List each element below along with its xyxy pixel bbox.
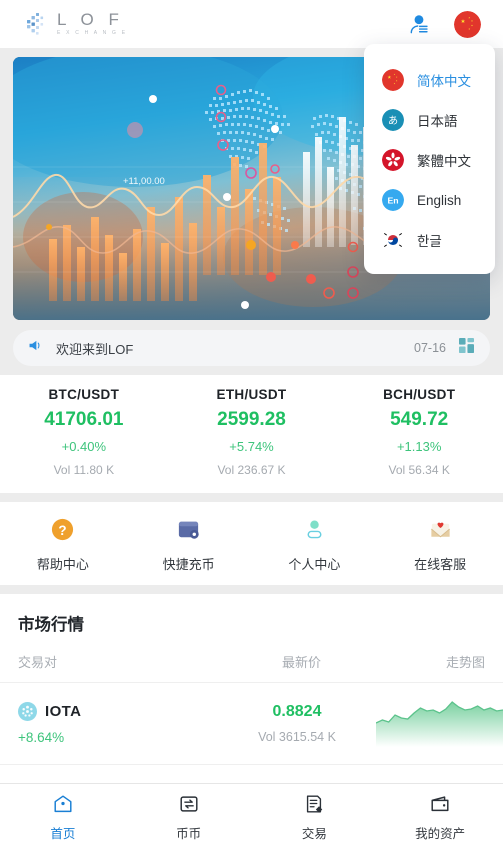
- ticker-item[interactable]: BCH/USDT 549.72 +1.13% Vol 56.34 K: [335, 387, 503, 477]
- ticker-pair: BCH/USDT: [383, 387, 456, 402]
- ticker-item[interactable]: ETH/USDT 2599.28 +5.74% Vol 236.67 K: [168, 387, 336, 477]
- ticker-change: +0.40%: [61, 439, 107, 454]
- market-row-volume: Vol 3615.54 K: [258, 730, 336, 744]
- japan-flag-icon: あ: [382, 109, 404, 131]
- language-dropdown-menu[interactable]: 简体中文 あ 日本語 繁體中文 En English 한글: [364, 44, 495, 274]
- ticker-price: 2599.28: [217, 409, 286, 430]
- person-center-icon: [301, 516, 328, 543]
- china-flag-icon: [382, 69, 404, 91]
- coin-swap-icon: [178, 792, 200, 817]
- market-column-headers: 交易对 最新价 走势图: [0, 635, 503, 682]
- brand-subtitle: E X C H A N G E: [57, 30, 128, 36]
- tab-label: 币币: [176, 826, 202, 841]
- hongkong-flag-icon: [382, 149, 404, 171]
- wallet-icon: [429, 792, 451, 817]
- tab-label: 首页: [50, 826, 76, 841]
- language-option-label: 简体中文: [417, 74, 471, 89]
- quick-action-label: 在线客服: [414, 557, 467, 572]
- tab-coin-trade[interactable]: 币币: [126, 792, 252, 842]
- grid-menu-icon[interactable]: [459, 338, 474, 358]
- quick-action-help-center[interactable]: ? 帮助中心: [0, 516, 126, 573]
- home-icon: [52, 792, 74, 817]
- language-option-label: 繁體中文: [417, 154, 471, 169]
- market-row-change: +8.64%: [18, 730, 65, 745]
- mobile-exchange-app: L O F E X C H A N G E +11,00.00 欢迎来到LOF …: [0, 0, 503, 849]
- quick-action-label: 帮助中心: [36, 557, 89, 572]
- brand-wordmark: L O F E X C H A N G E: [57, 11, 127, 37]
- customer-service-envelope-icon: [427, 516, 454, 543]
- deposit-card-icon: [175, 516, 202, 543]
- language-option-label: English: [417, 192, 462, 208]
- market-row-middle: 0.8824 Vol 3615.54 K: [218, 703, 376, 744]
- market-title: 市场行情: [18, 616, 84, 634]
- language-flag-button[interactable]: [454, 10, 481, 38]
- quick-action-label: 快捷充币: [162, 557, 215, 572]
- market-row-left: IOTA +8.64%: [18, 702, 218, 745]
- market-row-price: 0.8824: [272, 703, 322, 720]
- column-header-pair: 交易对: [18, 655, 58, 670]
- quick-action-customer-service[interactable]: 在线客服: [377, 516, 503, 573]
- trade-document-icon: [303, 792, 325, 817]
- tab-label: 交易: [301, 826, 327, 841]
- notice-text: 欢迎来到LOF: [56, 341, 134, 357]
- english-en-icon: En: [382, 189, 404, 211]
- tab-trade[interactable]: 交易: [252, 792, 378, 842]
- language-option-simplified-chinese[interactable]: 简体中文: [364, 60, 495, 100]
- market-row-coin: IOTA: [18, 702, 218, 721]
- language-option-japanese[interactable]: あ 日本語: [364, 100, 495, 140]
- ticker-price: 41706.01: [44, 409, 124, 430]
- help-question-icon: ?: [49, 516, 76, 543]
- ticker-card: BTC/USDT 41706.01 +0.40% Vol 11.80 K ETH…: [0, 375, 503, 493]
- notice-bar-wrap: 欢迎来到LOF 07-16: [0, 320, 503, 366]
- table-row[interactable]: ETH 2599.28: [0, 764, 503, 783]
- quick-action-label: 个人中心: [288, 557, 341, 572]
- ticker-item[interactable]: BTC/USDT 41706.01 +0.40% Vol 11.80 K: [0, 387, 168, 477]
- tab-home[interactable]: 首页: [0, 792, 126, 842]
- column-header-price: 最新价: [281, 655, 321, 670]
- language-option-english[interactable]: En English: [364, 180, 495, 220]
- column-header-chart: 走势图: [445, 655, 485, 670]
- ticker-volume: Vol 56.34 K: [388, 463, 450, 477]
- brand-name: L O F: [57, 10, 124, 29]
- language-option-traditional-chinese[interactable]: 繁體中文: [364, 140, 495, 180]
- language-option-korean[interactable]: 한글: [364, 220, 495, 260]
- korea-flag-icon: [382, 229, 404, 251]
- market-row-sparkline: [376, 696, 503, 751]
- svg-text:?: ?: [59, 523, 67, 538]
- megaphone-icon: [27, 337, 44, 359]
- quick-action-deposit[interactable]: 快捷充币: [126, 516, 252, 573]
- ticker-price: 549.72: [390, 409, 449, 430]
- ticker-change: +1.13%: [396, 439, 442, 454]
- hero-overlay-text: +11,00.00: [123, 176, 165, 187]
- user-profile-icon[interactable]: [404, 10, 432, 38]
- ticker-pair: BTC/USDT: [48, 387, 120, 402]
- ticker-volume: Vol 236.67 K: [217, 463, 286, 477]
- svg-text:En: En: [387, 196, 398, 206]
- notice-date: 07-16: [414, 341, 446, 355]
- language-option-label: 日本語: [417, 114, 458, 129]
- bottom-tab-bar: 首页 币币 交易 我的资产: [0, 783, 503, 849]
- table-row[interactable]: IOTA +8.64% 0.8824 Vol 3615.54 K: [0, 682, 503, 764]
- tab-label: 我的资产: [415, 826, 466, 841]
- market-section: 市场行情 交易对 最新价 走势图 IOTA +8.64% 0.8824 Vol …: [0, 594, 503, 783]
- market-row-symbol: IOTA: [45, 703, 82, 720]
- header-actions: [404, 10, 481, 38]
- iota-coin-icon: [18, 702, 37, 721]
- language-option-label: 한글: [417, 234, 442, 249]
- app-header: L O F E X C H A N G E: [0, 0, 503, 48]
- svg-text:あ: あ: [388, 115, 398, 127]
- ticker-volume: Vol 11.80 K: [53, 463, 115, 477]
- quick-actions: ? 帮助中心 快捷充币 个人中心 在线客服: [0, 502, 503, 585]
- notice-bar[interactable]: 欢迎来到LOF 07-16: [13, 330, 490, 366]
- brand-logo[interactable]: L O F E X C H A N G E: [24, 11, 127, 37]
- tab-my-assets[interactable]: 我的资产: [377, 792, 503, 842]
- ticker-change: +5.74%: [229, 439, 274, 454]
- quick-action-personal-center[interactable]: 个人中心: [252, 516, 378, 573]
- lof-hexagon-logo-icon: [24, 11, 50, 37]
- ticker-pair: ETH/USDT: [216, 387, 287, 402]
